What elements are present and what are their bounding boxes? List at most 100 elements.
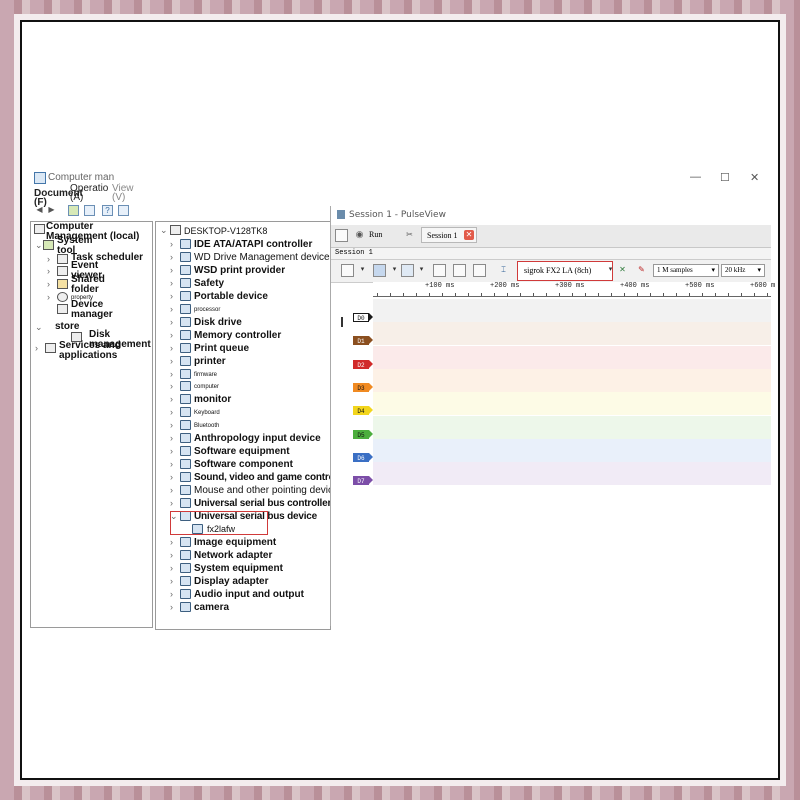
device-category[interactable]: › Mouse and other pointing devices — [170, 484, 350, 497]
chevron-right-icon[interactable]: › — [170, 291, 173, 301]
chevron-right-icon[interactable]: › — [170, 563, 173, 573]
chevron-right-icon[interactable]: › — [170, 550, 173, 560]
device-category[interactable]: › printer — [170, 355, 350, 368]
device-category[interactable]: › processor — [170, 303, 350, 316]
device-category[interactable]: › WD Drive Management devices — [170, 251, 350, 264]
trace-row[interactable] — [373, 415, 771, 439]
channel-label[interactable]: D1 — [353, 336, 369, 346]
chevron-down-icon[interactable]: ⌄ — [35, 240, 43, 251]
open-file-icon[interactable] — [341, 264, 354, 277]
add-decoder-icon[interactable] — [401, 264, 414, 277]
zoom-in-icon[interactable] — [433, 264, 446, 277]
channel-label[interactable]: D3 — [353, 382, 369, 392]
chevron-right-icon[interactable]: › — [170, 239, 173, 249]
configure-device-icon[interactable]: ✕ — [616, 264, 629, 277]
trace-area[interactable]: D0 D1 D2 D3 D4 D5 D6 D7 — [331, 297, 771, 487]
save-icon[interactable] — [373, 264, 386, 277]
zoom-fit-icon[interactable] — [453, 264, 466, 277]
chevron-right-icon[interactable]: › — [170, 369, 173, 379]
channel-label[interactable]: D0 — [353, 313, 369, 322]
trace-row[interactable] — [373, 322, 771, 346]
trace-row[interactable] — [373, 392, 771, 416]
chevron-right-icon[interactable]: › — [35, 343, 38, 353]
channel-label[interactable]: D6 — [353, 452, 369, 462]
channel-label[interactable]: D7 — [353, 476, 369, 486]
zoom-one-to-one-icon[interactable] — [473, 264, 486, 277]
device-category[interactable]: › camera — [170, 601, 350, 614]
samplerate-selector[interactable]: 20 kHz ▾ — [721, 264, 765, 277]
device-selector[interactable]: sigrok FX2 LA (8ch) — [517, 261, 613, 281]
trace-row[interactable] — [373, 438, 771, 462]
samples-selector[interactable]: 1 M samples ▾ — [653, 264, 719, 277]
device-category[interactable]: › Memory controller — [170, 329, 350, 342]
device-category[interactable]: › Sound, video and game controllers — [170, 471, 354, 484]
new-session-icon[interactable] — [335, 229, 348, 242]
device-category[interactable]: › System equipment — [170, 562, 350, 575]
chevron-right-icon[interactable]: › — [47, 254, 50, 264]
tree-services-applications[interactable]: Services and applications — [59, 341, 139, 361]
menu-operation[interactable]: Operatio (A) — [70, 184, 112, 203]
device-category[interactable]: › Display adapter — [170, 575, 350, 588]
menu-view[interactable]: View (V) — [112, 184, 138, 203]
chevron-right-icon[interactable]: › — [47, 292, 50, 302]
chevron-right-icon[interactable]: › — [170, 343, 173, 353]
chevron-down-icon[interactable]: ⌄ — [35, 322, 43, 333]
tab-session-1[interactable]: Session 1 ✕ — [421, 227, 477, 243]
minimize-button[interactable]: — — [690, 171, 701, 183]
close-icon[interactable]: ✕ — [464, 230, 474, 240]
chevron-down-icon[interactable]: ⌄ — [160, 225, 168, 236]
device-tree-root[interactable]: DESKTOP-V128TK8 — [184, 226, 267, 236]
device-category[interactable]: › Keyboard — [170, 406, 350, 419]
configure-channels-icon[interactable]: ✎ — [635, 264, 648, 277]
chevron-down-icon[interactable]: ▾ — [356, 264, 369, 277]
cursor-icon[interactable]: ⌶ — [497, 264, 510, 277]
chevron-right-icon[interactable]: › — [170, 433, 173, 443]
chevron-right-icon[interactable]: › — [170, 304, 173, 314]
chevron-down-icon[interactable]: ▾ — [415, 264, 428, 277]
up-folder-icon[interactable] — [68, 205, 79, 216]
device-category[interactable]: › Safety — [170, 277, 350, 290]
device-category[interactable]: › Network adapter — [170, 549, 350, 562]
trace-row[interactable] — [373, 368, 771, 392]
trace-row[interactable] — [373, 462, 771, 486]
trace-row[interactable] — [373, 299, 771, 322]
back-arrow-icon[interactable]: ◀ — [34, 205, 45, 216]
chevron-right-icon[interactable]: › — [170, 330, 173, 340]
chevron-down-icon[interactable]: ▾ — [388, 264, 401, 277]
chevron-right-icon[interactable]: › — [170, 265, 173, 275]
properties-icon[interactable] — [118, 205, 129, 216]
close-button[interactable]: ✕ — [750, 171, 759, 184]
run-button[interactable]: Run — [369, 230, 382, 239]
chevron-right-icon[interactable]: › — [47, 279, 50, 289]
tools-icon[interactable]: ✂ — [403, 229, 416, 242]
chevron-right-icon[interactable]: › — [47, 266, 50, 276]
forward-arrow-icon[interactable]: ▶ — [46, 205, 57, 216]
chevron-right-icon[interactable]: › — [170, 381, 173, 391]
device-category[interactable]: › Software equipment — [170, 445, 350, 458]
device-category[interactable]: › Universal serial bus controller — [170, 497, 350, 510]
tree-shared-folder[interactable]: Shared folder — [71, 275, 111, 295]
channel-label[interactable]: D4 — [353, 406, 369, 416]
tree-device-manager[interactable]: Device manager — [71, 300, 121, 320]
chevron-right-icon[interactable]: › — [170, 278, 173, 288]
chevron-right-icon[interactable]: › — [170, 407, 173, 417]
channel-label[interactable]: D2 — [353, 359, 369, 369]
time-ruler[interactable]: +100 ms +200 ms +300 ms +400 ms +500 ms +600 … — [373, 282, 775, 297]
device-category[interactable]: › Image equipment — [170, 536, 350, 549]
show-hide-tree-icon[interactable] — [84, 205, 95, 216]
chevron-right-icon[interactable]: › — [170, 252, 173, 262]
channel-label[interactable]: D5 — [353, 429, 369, 439]
chevron-right-icon[interactable]: › — [170, 446, 173, 456]
chevron-right-icon[interactable]: › — [170, 576, 173, 586]
chevron-right-icon[interactable]: › — [170, 394, 173, 404]
device-category[interactable]: › computer — [170, 380, 350, 393]
chevron-right-icon[interactable]: › — [170, 537, 173, 547]
device-category[interactable]: › Bluetooth — [170, 419, 350, 432]
chevron-right-icon[interactable]: › — [170, 459, 173, 469]
device-category[interactable]: › Anthropology input device — [170, 432, 350, 445]
chevron-right-icon[interactable]: › — [170, 317, 173, 327]
chevron-right-icon[interactable]: › — [170, 602, 173, 612]
device-category[interactable]: › monitor — [170, 393, 350, 406]
chevron-right-icon[interactable]: › — [170, 498, 173, 508]
chevron-right-icon[interactable]: › — [170, 356, 173, 366]
